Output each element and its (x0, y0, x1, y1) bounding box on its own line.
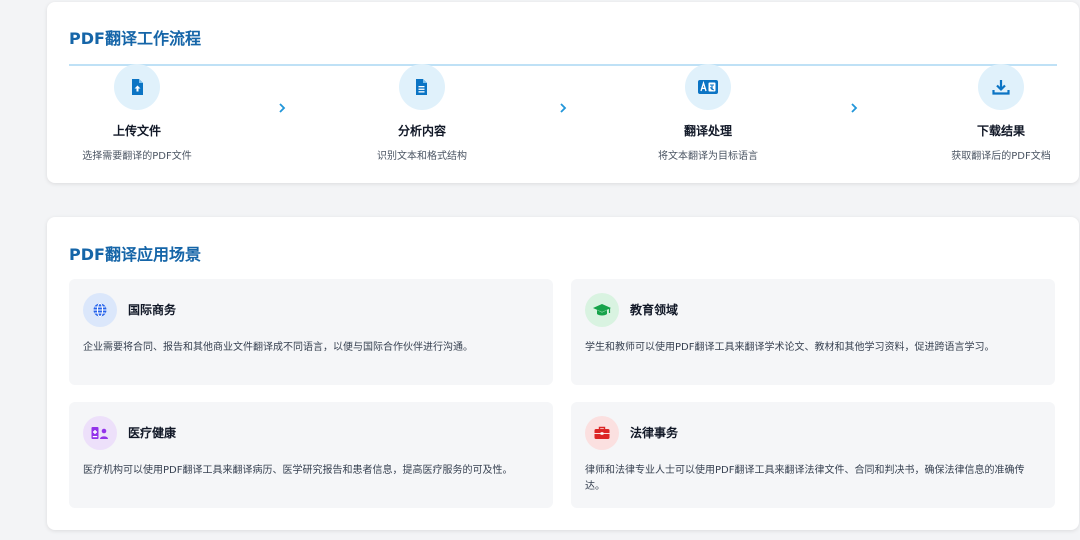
step-upload: 上传文件 选择需要翻译的PDF文件 (32, 64, 242, 162)
document-text-icon (399, 64, 445, 110)
file-upload-icon (114, 64, 160, 110)
scenario-education: 教育领域 学生和教师可以使用PDF翻译工具来翻译学术论文、教材和其他学习资料，促… (571, 279, 1055, 385)
step-desc: 识别文本和格式结构 (377, 151, 467, 162)
scenario-desc: 学生和教师可以使用PDF翻译工具来翻译学术论文、教材和其他学习资料，促进跨语言学… (585, 342, 995, 353)
scenario-title: 医疗健康 (128, 426, 177, 440)
step-translate: 翻译处理 将文本翻译为目标语言 (603, 64, 813, 162)
step-analyze: 分析内容 识别文本和格式结构 (317, 64, 527, 162)
scenarios-card: PDF翻译应用场景 国际商务 企业需要将合同、报告和其他商业文件翻译成不同语言，… (47, 217, 1079, 530)
scenario-desc: 企业需要将合同、报告和其他商业文件翻译成不同语言，以便与国际合作伙伴进行沟通。 (83, 342, 473, 353)
chevron-right-icon (276, 101, 288, 115)
briefcase-icon (585, 416, 619, 450)
scenario-desc: 医疗机构可以使用PDF翻译工具来翻译病历、医学研究报告和患者信息，提高医疗服务的… (83, 465, 513, 476)
graduation-cap-icon (585, 293, 619, 327)
chevron-right-icon (848, 101, 860, 115)
workflow-title: PDF翻译工作流程 (69, 29, 201, 48)
step-desc: 将文本翻译为目标语言 (658, 151, 758, 162)
globe-icon (83, 293, 117, 327)
scenarios-title: PDF翻译应用场景 (69, 245, 201, 264)
translate-icon (685, 64, 731, 110)
step-desc: 选择需要翻译的PDF文件 (82, 151, 192, 162)
step-title: 翻译处理 (683, 124, 732, 138)
scenario-medical: 医疗健康 医疗机构可以使用PDF翻译工具来翻译病历、医学研究报告和患者信息，提高… (69, 402, 553, 508)
workflow-card: PDF翻译工作流程 上传文件 选择需要翻译的PDF文件 分析内容 识别文本和格式… (47, 2, 1079, 183)
scenario-title: 教育领域 (630, 303, 679, 317)
download-icon (978, 64, 1024, 110)
scenario-title: 国际商务 (128, 303, 177, 317)
scenario-title: 法律事务 (630, 426, 679, 440)
medical-id-icon (83, 416, 117, 450)
step-title: 分析内容 (397, 124, 446, 138)
step-download: 下载结果 获取翻译后的PDF文档 (896, 64, 1080, 162)
step-desc: 获取翻译后的PDF文档 (951, 151, 1051, 162)
scenario-business: 国际商务 企业需要将合同、报告和其他商业文件翻译成不同语言，以便与国际合作伙伴进… (69, 279, 553, 385)
scenario-legal: 法律事务 律师和法律专业人士可以使用PDF翻译工具来翻译法律文件、合同和判决书，… (571, 402, 1055, 508)
step-title: 上传文件 (112, 124, 161, 138)
chevron-right-icon (557, 101, 569, 115)
scenario-desc: 律师和法律专业人士可以使用PDF翻译工具来翻译法律文件、合同和判决书，确保法律信… (585, 465, 1025, 492)
step-title: 下载结果 (976, 124, 1025, 138)
